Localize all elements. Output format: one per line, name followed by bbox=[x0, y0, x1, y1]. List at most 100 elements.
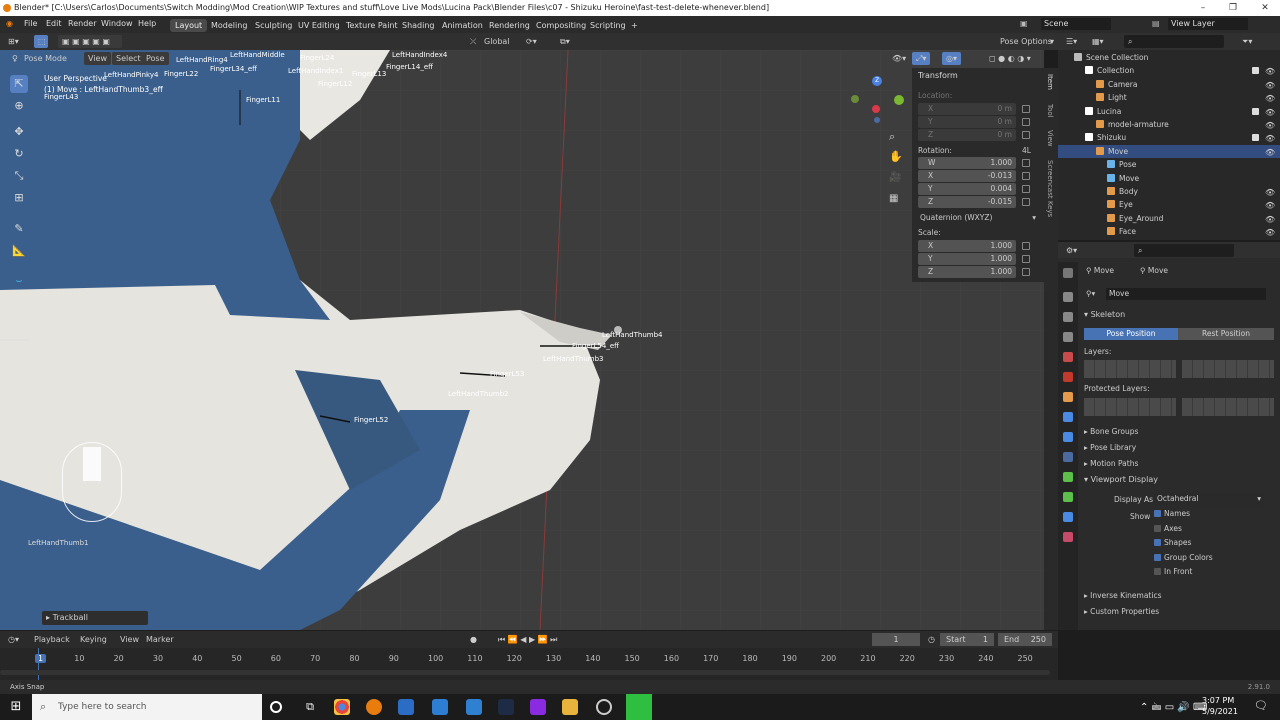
outliner-row[interactable]: Camera 👁 bbox=[1058, 78, 1280, 91]
bone-layers-grid[interactable] bbox=[1084, 360, 1176, 378]
lock-icon[interactable] bbox=[1022, 255, 1030, 263]
visibility-eye-icon[interactable]: 👁 bbox=[1265, 106, 1275, 119]
outliner-row[interactable]: Pose bbox=[1058, 158, 1280, 171]
pan-hand-icon[interactable]: ✋ bbox=[889, 150, 903, 163]
menu-keying[interactable]: Keying bbox=[76, 633, 111, 646]
outliner-row[interactable]: Move bbox=[1058, 172, 1280, 185]
scene-selector[interactable]: Scene bbox=[1041, 18, 1111, 30]
bone-label[interactable]: FingerL43 bbox=[44, 93, 78, 101]
armature-data-tab-icon[interactable] bbox=[1063, 472, 1073, 482]
lock-icon[interactable] bbox=[1022, 105, 1030, 113]
outliner-search-input[interactable]: ⌕ bbox=[1124, 35, 1224, 48]
bone-label[interactable]: FingerL24 bbox=[300, 54, 334, 62]
rest-position-button[interactable]: Rest Position bbox=[1178, 328, 1274, 340]
preview-range-icon[interactable]: ◷ bbox=[924, 633, 939, 646]
editor-type-icon[interactable]: ☰▾ bbox=[1062, 35, 1081, 48]
gizmo-neg-z-axis[interactable] bbox=[874, 117, 880, 123]
playhead[interactable] bbox=[38, 648, 39, 680]
workspace-tab-shading[interactable]: Shading bbox=[397, 19, 440, 32]
bone-label[interactable]: LeftHandThumb1 bbox=[28, 539, 88, 547]
gizmo-toggle[interactable]: ⤢▾ bbox=[912, 52, 931, 65]
show-option-checkbox[interactable]: In Front bbox=[1154, 567, 1192, 576]
inverse-kinematics-panel[interactable]: ▸ Inverse Kinematics bbox=[1084, 591, 1162, 600]
perspective-toggle-icon[interactable]: ▦ bbox=[889, 193, 898, 204]
app-icon[interactable] bbox=[432, 699, 448, 715]
bone-label[interactable]: LeftHandThumb3 bbox=[543, 355, 603, 363]
last-operator-panel[interactable]: ▸ Trackball bbox=[42, 611, 148, 625]
pivot-dropdown[interactable]: ⟳▾ bbox=[522, 35, 541, 48]
scale-x-field[interactable]: X 1.000 bbox=[918, 240, 1016, 252]
gizmo-neg-y-axis[interactable] bbox=[851, 95, 859, 103]
add-workspace-button[interactable]: + bbox=[626, 19, 643, 32]
bone-label[interactable]: LeftHandIndex1 bbox=[288, 67, 343, 75]
active-app-icon[interactable] bbox=[626, 694, 652, 720]
gizmo-x-axis[interactable] bbox=[872, 105, 880, 113]
3d-viewport[interactable]: LeftHandThumb4 FingerL54_eff LeftHandThu… bbox=[0, 50, 1044, 630]
start-frame-field[interactable]: Start 1 bbox=[940, 633, 994, 646]
clock-icon[interactable]: ◷▾ bbox=[4, 633, 23, 646]
menu-file[interactable]: File bbox=[24, 19, 37, 28]
exclude-checkbox[interactable] bbox=[1252, 107, 1259, 115]
protected-layers-grid[interactable] bbox=[1084, 398, 1176, 416]
bone-label[interactable]: LeftHandMiddle bbox=[230, 51, 285, 59]
bone-tab-icon[interactable] bbox=[1063, 492, 1073, 502]
bone-label[interactable]: LeftHandIndex4 bbox=[392, 51, 447, 59]
visibility-eye-icon[interactable]: 👁 bbox=[1265, 132, 1275, 145]
display-mode-icon[interactable]: ▦▾ bbox=[1088, 35, 1108, 48]
outliner-row[interactable]: model-armature 👁 bbox=[1058, 118, 1280, 131]
visibility-eye-icon[interactable]: 👁 bbox=[1265, 226, 1275, 239]
snap-toggle[interactable]: ⧉▾ bbox=[556, 35, 574, 48]
visibility-eye-icon[interactable]: 👁 bbox=[1265, 79, 1275, 92]
cursor-tool-icon[interactable]: ⊕ bbox=[10, 97, 28, 115]
view-layer-selector[interactable]: View Layer bbox=[1168, 18, 1248, 30]
location-x-field[interactable]: X0 m bbox=[918, 103, 1016, 115]
select-box-icon[interactable]: ⬚ bbox=[34, 35, 48, 48]
chrome-icon[interactable] bbox=[334, 699, 350, 715]
skeleton-panel-header[interactable]: ▾ Skeleton bbox=[1084, 310, 1125, 319]
scale-z-field[interactable]: Z 1.000 bbox=[918, 266, 1016, 278]
measure-tool-icon[interactable]: 📐 bbox=[10, 242, 28, 260]
lock-icon[interactable] bbox=[1022, 159, 1030, 167]
constraints-tab-icon[interactable] bbox=[1063, 452, 1073, 462]
menu-render[interactable]: Render bbox=[68, 19, 96, 28]
visibility-eye-icon[interactable]: 👁 bbox=[1265, 186, 1275, 199]
menu-view-timeline[interactable]: View bbox=[116, 633, 143, 646]
workspace-tab-texture-paint[interactable]: Texture Paint bbox=[341, 19, 403, 32]
custom-properties-panel[interactable]: ▸ Custom Properties bbox=[1084, 607, 1159, 616]
exclude-checkbox[interactable] bbox=[1252, 67, 1259, 75]
playback-controls[interactable]: ⏮ ⏪ ◀ ▶ ⏩ ⏭ bbox=[494, 633, 576, 646]
tab-view[interactable]: View bbox=[1046, 130, 1054, 147]
close-button[interactable]: ✕ bbox=[1250, 0, 1280, 16]
menu-edit[interactable]: Edit bbox=[46, 19, 62, 28]
windows-start-icon[interactable]: ⊞ bbox=[8, 699, 24, 715]
close-area-icon[interactable]: ▾ bbox=[1046, 35, 1058, 48]
timeline-ruler[interactable]: 1 10 20 30 40 50 60 70 80 90 100 110 120 130 140 150 160… bbox=[0, 648, 1058, 680]
filter-icon[interactable]: ⏷▾ bbox=[1238, 35, 1256, 48]
rotation-mode-dropdown[interactable]: Quaternion (WXYZ) ▾ bbox=[918, 212, 1038, 224]
bone-label[interactable]: FingerL54_eff bbox=[572, 342, 619, 350]
texture-tab-icon[interactable] bbox=[1063, 532, 1073, 542]
selection-mode-buttons[interactable]: ▣ ▣ ▣ ▣ ▣ bbox=[58, 35, 122, 48]
camera-view-icon[interactable]: 🎥 bbox=[889, 172, 901, 183]
bone-label[interactable]: FingerL14_eff bbox=[386, 63, 433, 71]
move-tool-icon[interactable]: ✥ bbox=[10, 123, 28, 141]
lock-icon[interactable] bbox=[1022, 242, 1030, 250]
bone-layers-grid[interactable] bbox=[1182, 360, 1274, 378]
outliner-row[interactable]: Body 👁 bbox=[1058, 185, 1280, 198]
outliner-row[interactable]: Lucina 👁 bbox=[1058, 105, 1280, 118]
outliner-row[interactable]: Scene Collection bbox=[1058, 51, 1280, 64]
obs-icon[interactable] bbox=[596, 699, 612, 715]
lock-icon[interactable] bbox=[1022, 131, 1030, 139]
tray-date[interactable]: 5/9/2021 bbox=[1202, 707, 1238, 716]
tray-time[interactable]: 3:07 PM bbox=[1202, 696, 1234, 705]
object-tab-icon[interactable] bbox=[1063, 392, 1073, 402]
modifier-tab-icon[interactable] bbox=[1063, 412, 1073, 422]
tab-tool[interactable]: Tool bbox=[1046, 104, 1054, 118]
timeline-area[interactable]: 1 10 20 30 40 50 60 70 80 90 100 110 120 130 140 150 160… bbox=[0, 648, 1058, 680]
display-as-dropdown[interactable]: Octahedral ▾ bbox=[1154, 493, 1264, 505]
output-tab-icon[interactable] bbox=[1063, 312, 1073, 322]
maximize-button[interactable]: ❐ bbox=[1218, 0, 1248, 16]
visibility-eye-icon[interactable]: 👁 bbox=[1265, 119, 1275, 132]
rotation-w-field[interactable]: W 1.000 bbox=[918, 157, 1016, 169]
workspace-tab-animation[interactable]: Animation bbox=[437, 19, 488, 32]
